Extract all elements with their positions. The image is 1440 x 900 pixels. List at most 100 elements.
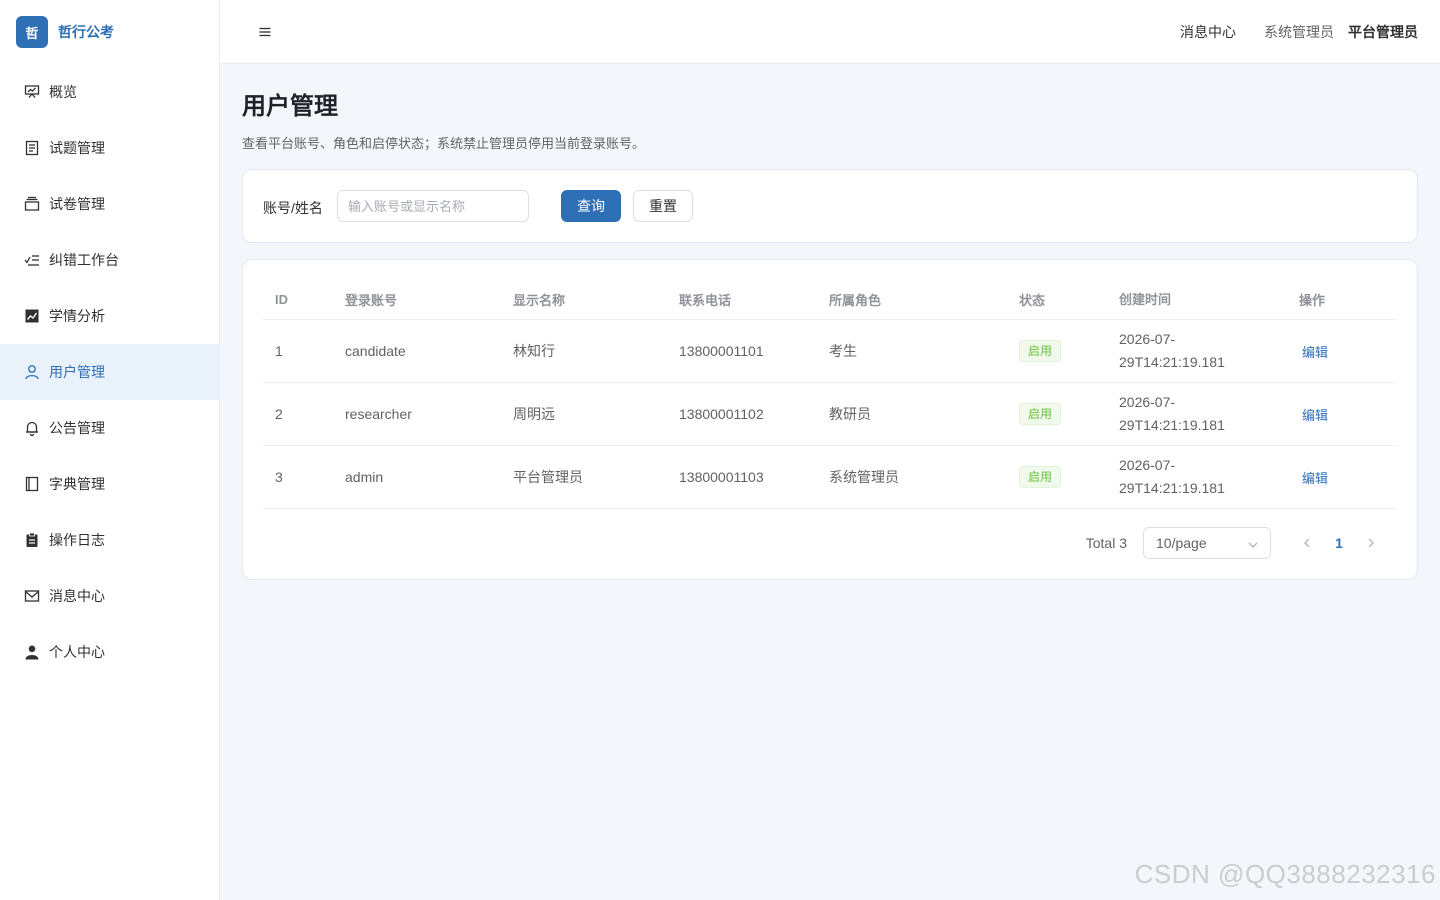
column-header: 操作 (1299, 293, 1326, 308)
main-content: 用户管理 查看平台账号、角色和启停状态；系统禁止管理员停用当前登录账号。 账号/… (242, 64, 1418, 580)
edit-button[interactable]: 编辑 (1299, 471, 1328, 486)
cell-status: 启用 (1007, 403, 1107, 425)
clipboard-icon (23, 531, 41, 549)
sidebar-item-label: 操作日志 (49, 532, 105, 548)
sidebar-item-messages[interactable]: 消息中心 (0, 568, 219, 624)
page-title: 用户管理 (242, 93, 338, 120)
chevron-down-icon (1248, 535, 1258, 551)
table-row: 1 candidate 林知行 13800001101 考生 启用 2026-0… (263, 320, 1397, 383)
chevron-left-icon (1304, 538, 1310, 548)
cell-phone: 13800001103 (679, 469, 764, 485)
cell-name: 林知行 (513, 343, 555, 359)
sidebar-item-label: 纠错工作台 (49, 252, 119, 268)
sidebar-item-label: 字典管理 (49, 476, 105, 492)
brand-logo: 哲 (16, 16, 48, 48)
cell-created-time: 2026-07- 29T14:21:19.181 (1107, 454, 1287, 500)
edit-button[interactable]: 编辑 (1299, 345, 1328, 360)
menu-toggle-icon[interactable] (256, 22, 274, 42)
cell-id: 2 (275, 406, 283, 422)
cell-name: 平台管理员 (513, 469, 583, 485)
sidebar-item-announcements[interactable]: 公告管理 (0, 400, 219, 456)
table-row: 2 researcher 周明远 13800001102 教研员 启用 2026… (263, 383, 1397, 446)
sidebar-item-label: 消息中心 (49, 588, 105, 604)
cell-actions: 编辑 (1287, 342, 1397, 361)
time-line: 2026-07- (1119, 457, 1176, 473)
status-badge: 启用 (1019, 466, 1062, 488)
column-header: 显示名称 (513, 293, 566, 308)
time-line: 29T14:21:19.181 (1119, 417, 1225, 433)
cell-role: 系统管理员 (829, 469, 899, 485)
cell-status: 启用 (1007, 340, 1107, 362)
cell-role: 考生 (829, 343, 857, 359)
filter-card: 账号/姓名 查询 重置 (242, 169, 1418, 243)
header-messages-link[interactable]: 消息中心 (1180, 22, 1236, 42)
sidebar-item-profile[interactable]: 个人中心 (0, 624, 219, 680)
column-header: ID (275, 292, 288, 307)
user-role: 系统管理员 (1264, 24, 1334, 40)
page-size-value: 10/page (1156, 535, 1207, 551)
sidebar: 哲 哲行公考 概览 试题管理 试卷管理 纠错工作台 学情分析 用户管理 公告管理… (0, 0, 220, 900)
checklist-icon (23, 251, 41, 269)
edit-button[interactable]: 编辑 (1299, 408, 1328, 423)
sidebar-item-corrections[interactable]: 纠错工作台 (0, 232, 219, 288)
presentation-icon (23, 83, 41, 101)
search-input[interactable] (337, 190, 529, 222)
cell-id: 1 (275, 343, 283, 359)
cell-account: candidate (345, 343, 406, 359)
reset-button[interactable]: 重置 (633, 190, 693, 222)
sidebar-item-label: 概览 (49, 84, 77, 100)
sidebar-item-label: 个人中心 (49, 644, 105, 660)
search-button[interactable]: 查询 (561, 190, 621, 222)
sidebar-item-label: 用户管理 (49, 364, 105, 380)
table-card: ID 登录账号 显示名称 联系电话 所属角色 状态 创建时间 操作 1 cand… (242, 259, 1418, 580)
sidebar-item-overview[interactable]: 概览 (0, 64, 219, 120)
sidebar-item-label: 试卷管理 (49, 196, 105, 212)
cell-actions: 编辑 (1287, 468, 1397, 487)
cell-created-time: 2026-07- 29T14:21:19.181 (1107, 391, 1287, 437)
person-icon (23, 643, 41, 661)
sidebar-item-questions[interactable]: 试题管理 (0, 120, 219, 176)
book-icon (23, 475, 41, 493)
sidebar-item-label: 学情分析 (49, 308, 105, 324)
stack-icon (23, 195, 41, 213)
cell-account: admin (345, 469, 384, 485)
next-page-button[interactable] (1355, 527, 1387, 559)
cell-id: 3 (275, 469, 283, 485)
cell-account: researcher (345, 406, 412, 422)
status-badge: 启用 (1019, 340, 1062, 362)
cell-phone: 13800001101 (679, 343, 764, 359)
column-header: 联系电话 (679, 293, 732, 308)
watermark: CSDN @QQ3888232316 (1134, 859, 1436, 889)
page-size-select[interactable]: 10/page (1143, 527, 1271, 559)
sidebar-item-label: 试题管理 (49, 140, 105, 156)
chevron-right-icon (1368, 538, 1374, 548)
sidebar-item-users[interactable]: 用户管理 (0, 344, 219, 400)
sidebar-item-logs[interactable]: 操作日志 (0, 512, 219, 568)
pagination-total: Total 3 (1085, 535, 1127, 551)
sidebar-item-dictionary[interactable]: 字典管理 (0, 456, 219, 512)
cell-actions: 编辑 (1287, 405, 1397, 424)
pagination: Total 3 10/page 1 (1086, 527, 1387, 559)
sidebar-item-label: 公告管理 (49, 420, 105, 436)
page-number-current[interactable]: 1 (1323, 527, 1355, 559)
sidebar-menu: 概览 试题管理 试卷管理 纠错工作台 学情分析 用户管理 公告管理 字典管理 操… (0, 64, 219, 680)
sidebar-item-analytics[interactable]: 学情分析 (0, 288, 219, 344)
top-header: 消息中心 系统管理员 平台管理员 (220, 0, 1440, 64)
table-header: ID 登录账号 显示名称 联系电话 所属角色 状态 创建时间 操作 (263, 280, 1397, 320)
table-row: 3 admin 平台管理员 13800001103 系统管理员 启用 2026-… (263, 446, 1397, 509)
user-icon (23, 363, 41, 381)
header-user-area: 消息中心 系统管理员 平台管理员 (1180, 0, 1418, 64)
document-icon (23, 139, 41, 157)
cell-created-time: 2026-07- 29T14:21:19.181 (1107, 328, 1287, 374)
cell-role: 教研员 (829, 406, 871, 422)
mail-icon (23, 587, 41, 605)
cell-phone: 13800001102 (679, 406, 764, 422)
column-header: 登录账号 (345, 293, 398, 308)
column-header: 创建时间 (1119, 292, 1172, 307)
brand[interactable]: 哲 哲行公考 (0, 0, 219, 64)
user-name[interactable]: 平台管理员 (1348, 22, 1418, 42)
time-line: 29T14:21:19.181 (1119, 354, 1225, 370)
filter-label: 账号/姓名 (263, 200, 323, 216)
prev-page-button[interactable] (1291, 527, 1323, 559)
sidebar-item-papers[interactable]: 试卷管理 (0, 176, 219, 232)
